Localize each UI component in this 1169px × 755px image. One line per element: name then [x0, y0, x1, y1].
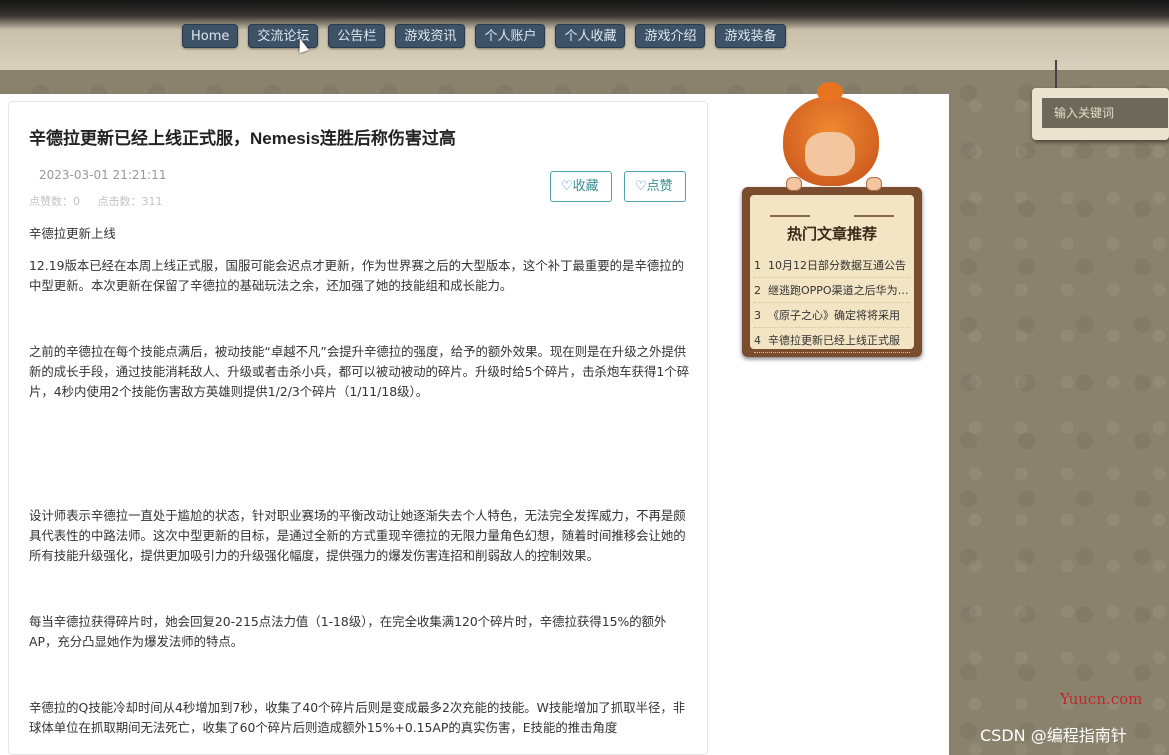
- hot-article-num: 2: [754, 284, 761, 297]
- nav-equipment[interactable]: 游戏装备: [715, 24, 786, 48]
- hot-article-item[interactable]: 2 继逃跑OPPO渠道之后华为渠道: [754, 278, 910, 303]
- mascot-bun: [817, 82, 843, 102]
- article-stats: 点赞数：0 点击数：311: [29, 193, 177, 209]
- hot-article-num: 3: [754, 309, 761, 322]
- like-count: 点赞数：0: [29, 195, 80, 208]
- decor-line: [854, 215, 894, 217]
- article-date: 2023-03-01 21:21:11: [39, 168, 167, 182]
- site-watermark: Yuucn.com: [1060, 690, 1143, 708]
- hot-article-num: 1: [754, 259, 761, 272]
- nav-notice[interactable]: 公告栏: [328, 24, 386, 48]
- nail-icon: [1055, 60, 1061, 90]
- hot-article-text: 10月12日部分数据互通公告: [768, 259, 906, 272]
- hot-articles-panel: 热门文章推荐 1 10月12日部分数据互通公告 2 继逃跑OPPO渠道之后华为渠道 …: [750, 195, 914, 353]
- nav-account[interactable]: 个人账户: [475, 24, 546, 48]
- hot-article-item[interactable]: 1 10月12日部分数据互通公告: [754, 253, 910, 278]
- hot-articles-list: 1 10月12日部分数据互通公告 2 继逃跑OPPO渠道之后华为渠道 3 《原子之心》…: [754, 253, 910, 353]
- article-paragraph: 辛德拉更新上线: [29, 226, 116, 241]
- mascot-hand: [786, 177, 802, 191]
- click-count: 点击数：311: [97, 195, 163, 208]
- nav-forum[interactable]: 交流论坛: [248, 24, 319, 48]
- mascot-hands: [786, 177, 882, 191]
- article-paragraph: 12.19版本已经在本周上线正式服，国服可能会迟点才更新，作为世界赛之后的大型版…: [29, 258, 685, 293]
- hot-articles-board: 热门文章推荐 1 10月12日部分数据互通公告 2 继逃跑OPPO渠道之后华为渠道 …: [742, 187, 922, 357]
- article-card: 辛德拉更新已经上线正式服，Nemesis连胜后称伤害过高 2023-03-01 …: [8, 101, 708, 755]
- hot-article-text: 继逃跑OPPO渠道之后华为渠道: [768, 284, 910, 297]
- hot-article-num: 4: [754, 334, 761, 347]
- article-title: 辛德拉更新已经上线正式服，Nemesis连胜后称伤害过高: [29, 129, 456, 148]
- author-watermark: CSDN @编程指南针: [980, 726, 1127, 745]
- nav-home[interactable]: Home: [182, 24, 239, 48]
- main-nav: Home 交流论坛 公告栏 游戏资讯 个人账户 个人收藏 游戏介绍 游戏装备: [182, 24, 786, 48]
- article-paragraph: 每当辛德拉获得碎片时，她会回复20-215点法力值（1-18级），在完全收集满1…: [29, 614, 667, 649]
- hot-article-text: 辛德拉更新已经上线正式服: [768, 334, 900, 347]
- decor-line: [770, 215, 810, 217]
- hot-article-item[interactable]: 3 《原子之心》确定将将采用: [754, 303, 910, 328]
- like-button[interactable]: ♡点赞: [624, 171, 686, 202]
- favorite-button[interactable]: ♡收藏: [550, 171, 612, 202]
- hot-articles-title: 热门文章推荐: [786, 225, 877, 243]
- search-input[interactable]: [1042, 98, 1168, 128]
- search-box: [1032, 88, 1169, 140]
- hot-article-item[interactable]: 4 辛德拉更新已经上线正式服: [754, 328, 910, 353]
- article-paragraph: 之前的辛德拉在每个技能点满后，被动技能“卓越不凡”会提升辛德拉的强度，给予的额外…: [29, 344, 690, 399]
- hot-article-text: 《原子之心》确定将将采用: [768, 309, 900, 322]
- article-paragraph: 辛德拉的Q技能冷却时间从4秒增加到7秒，收集了40个碎片后则是变成最多2次充能的…: [29, 700, 686, 735]
- nav-news[interactable]: 游戏资讯: [395, 24, 466, 48]
- nav-game-intro[interactable]: 游戏介绍: [635, 24, 706, 48]
- top-header: Home 交流论坛 公告栏 游戏资讯 个人账户 个人收藏 游戏介绍 游戏装备: [0, 0, 1169, 70]
- mascot-hand: [866, 177, 882, 191]
- mascot-face: [805, 132, 855, 176]
- article-paragraph: 设计师表示辛德拉一直处于尴尬的状态，针对职业赛场的平衡改动让她逐渐失去个人特色，…: [29, 508, 686, 563]
- article-body: 辛德拉更新上线 12.19版本已经在本周上线正式服，国服可能会迟点才更新，作为世…: [29, 224, 694, 738]
- nav-favorites[interactable]: 个人收藏: [555, 24, 626, 48]
